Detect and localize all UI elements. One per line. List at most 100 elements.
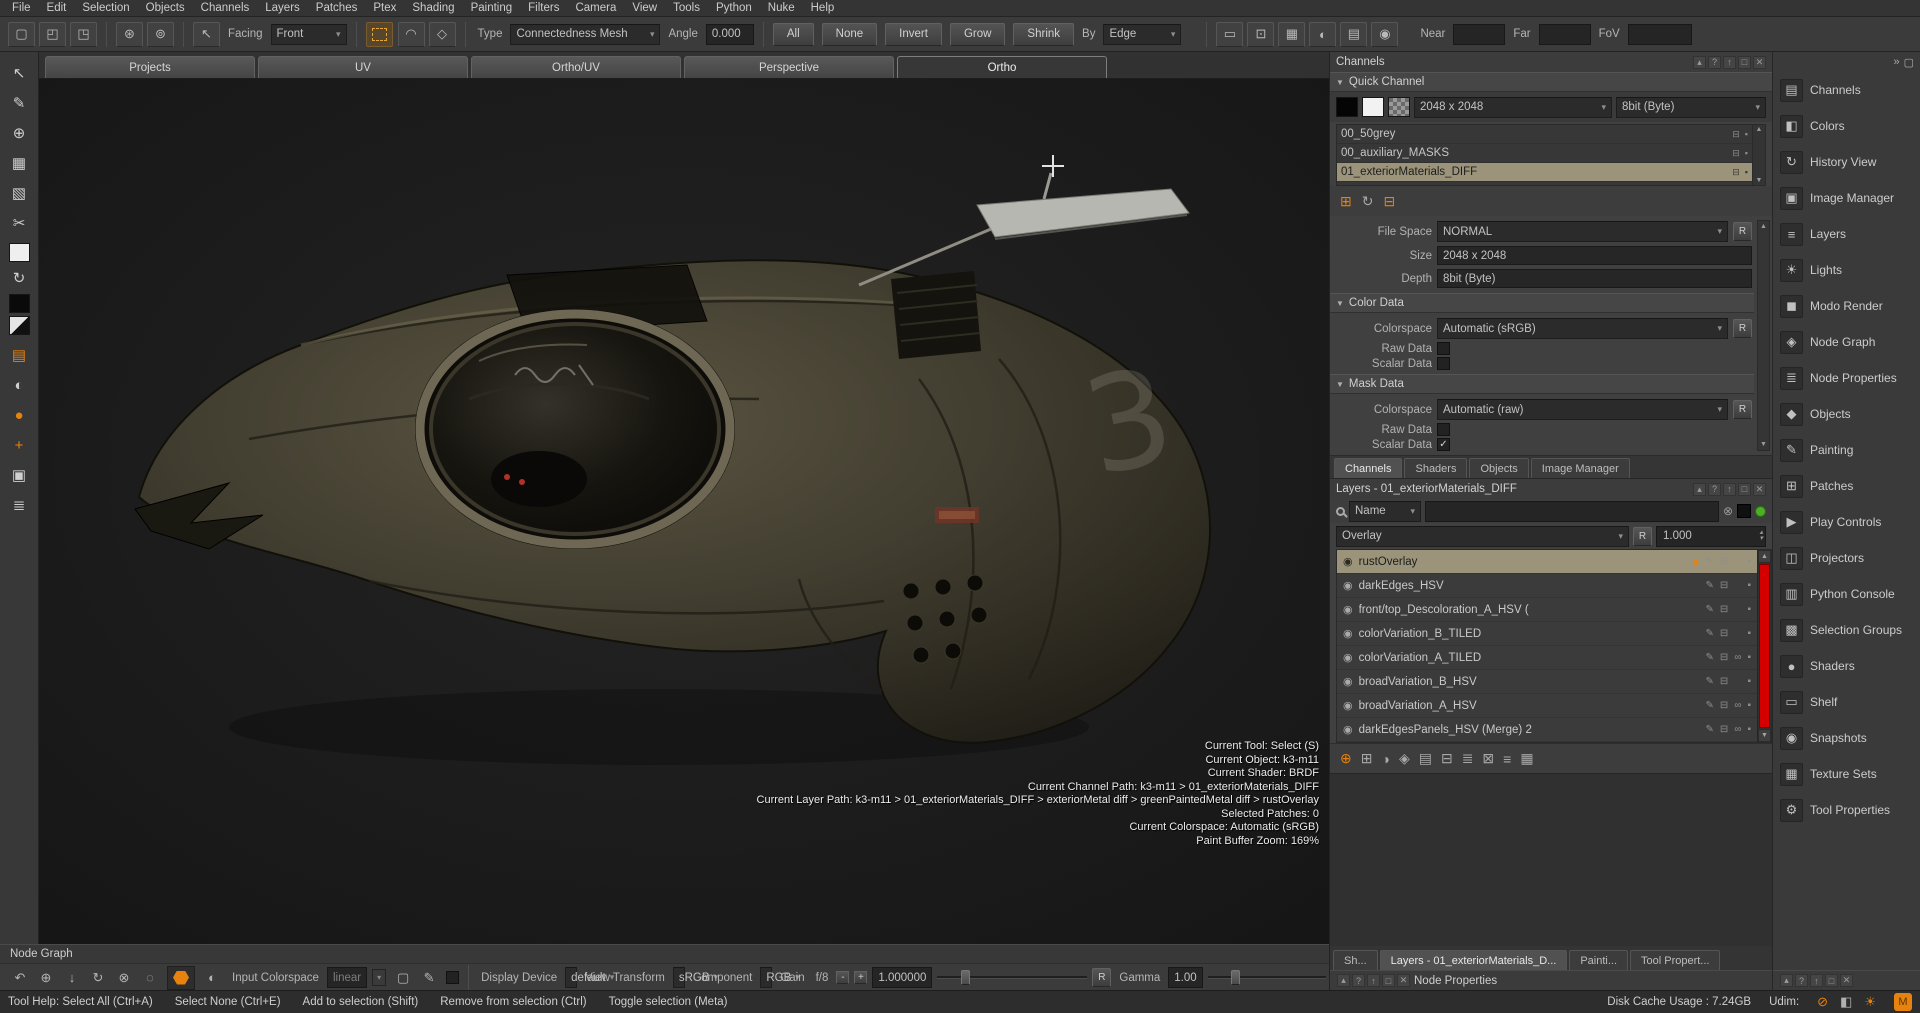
mesh-icon[interactable]: ▦ [1278, 22, 1305, 47]
layer-row[interactable]: ◉ broadVariation_B_HSV ● ✎ ⊟ ∞ ▪ [1337, 670, 1757, 694]
paint-target-icon[interactable]: ● [5, 402, 33, 428]
palette-colors[interactable]: ◧ Colors [1773, 108, 1920, 144]
bulb-icon[interactable]: ☀ [1864, 994, 1876, 1010]
select-tool-icon[interactable]: ↖ [5, 60, 33, 86]
shade-icon[interactable]: ▴ [1693, 483, 1706, 496]
black-color-swatch[interactable] [1336, 97, 1358, 117]
shader-ball-icon[interactable]: ◐ [5, 372, 33, 398]
far-field[interactable] [1539, 24, 1591, 45]
zoom-magnify-tool-icon[interactable]: ⊕ [5, 120, 33, 146]
clear-search-icon[interactable]: ⊗ [1723, 504, 1733, 518]
add-channel-icon[interactable]: ⊞ [1340, 193, 1352, 210]
pan-icon[interactable]: ⊕ [34, 967, 58, 989]
maximize-icon[interactable]: □ [1382, 974, 1395, 987]
mask-colorspace-reset-button[interactable]: R [1733, 400, 1752, 419]
panel-tab[interactable]: Objects [1469, 458, 1528, 478]
scroll-down-icon[interactable]: ▼ [1760, 439, 1767, 450]
channel-layer-icon[interactable]: ▤ [1419, 750, 1432, 767]
grid-view-icon[interactable]: ▦ [1520, 750, 1533, 767]
circle-select-icon[interactable]: ◌ [138, 967, 162, 989]
selection-button[interactable]: None [822, 23, 878, 46]
display-device-dropdown[interactable]: default ▾ [565, 967, 577, 988]
visibility-eye-icon[interactable]: ◉ [1343, 627, 1353, 640]
filter-status-icon[interactable] [1755, 506, 1766, 517]
palette-shaders[interactable]: ● Shaders [1773, 648, 1920, 684]
palette-projectors[interactable]: ◫ Projectors [1773, 540, 1920, 576]
slice-tool-icon[interactable]: ✂ [5, 210, 33, 236]
mari-badge-icon[interactable]: M [1894, 993, 1912, 1011]
blend-mode-dropdown[interactable]: Overlay ▾ [1336, 526, 1629, 547]
close-icon[interactable]: ✕ [1753, 483, 1766, 496]
select-cursor-icon[interactable]: ↖ [193, 22, 220, 47]
graph-layer-icon[interactable]: ◈ [1399, 750, 1410, 767]
node-add-icon[interactable]: ⊛ [116, 22, 143, 47]
lasso-select-icon[interactable]: ◠ [398, 22, 425, 47]
docked-panel-tab[interactable]: Painti... [1569, 950, 1628, 970]
help-icon[interactable]: ? [1708, 56, 1721, 69]
docked-panel-tab[interactable]: Sh... [1333, 950, 1378, 970]
paint-tool-icon[interactable]: ✎ [5, 90, 33, 116]
palette-channels[interactable]: ▤ Channels [1773, 72, 1920, 108]
color-data-header[interactable]: ▼ Color Data [1330, 293, 1754, 313]
float-icon[interactable]: ↑ [1810, 974, 1823, 987]
group-layer-icon[interactable]: ⊟ [1441, 750, 1453, 767]
color-colorspace-dropdown[interactable]: Automatic (sRGB) ▾ [1437, 318, 1728, 339]
export-icon[interactable]: ◳ [70, 22, 97, 47]
gain-plus-button[interactable]: + [854, 971, 867, 984]
shader-ball-icon[interactable]: ◐ [200, 967, 224, 989]
sphere-icon[interactable]: ◐ [1309, 22, 1336, 47]
mask-scalar-data-checkbox[interactable]: ✓ [1437, 438, 1450, 451]
menu-item[interactable]: Help [803, 2, 843, 14]
uv-grid-tool-icon[interactable]: ▦ [5, 150, 33, 176]
adjustment-layer-icon[interactable]: ◑ [1381, 751, 1389, 767]
color-colorspace-reset-button[interactable]: R [1733, 319, 1752, 338]
palette-python-console[interactable]: ▥ Python Console [1773, 576, 1920, 612]
gain-minus-button[interactable]: - [836, 971, 849, 984]
selection-button[interactable]: Invert [885, 23, 942, 46]
component-dropdown[interactable]: RGB ▾ [760, 967, 772, 988]
close-icon[interactable]: ✕ [1753, 56, 1766, 69]
palette-tool-properties[interactable]: ⚙ Tool Properties [1773, 792, 1920, 828]
palette-modo-render[interactable]: ◼ Modo Render [1773, 288, 1920, 324]
layer-row[interactable]: ◉ darkEdges_HSV ● ✎ ⊟ ∞ ▪ [1337, 574, 1757, 598]
viewport-tab[interactable]: Ortho/UV [471, 56, 681, 78]
back-icon[interactable]: ↶ [8, 967, 32, 989]
display-icon[interactable]: ⊡ [1247, 22, 1274, 47]
menu-item[interactable]: Patches [308, 2, 366, 14]
file-space-dropdown[interactable]: NORMAL ▾ [1437, 221, 1728, 242]
menu-item[interactable]: Ptex [365, 2, 404, 14]
by-dropdown[interactable]: Edge ▾ [1103, 24, 1181, 45]
note-icon[interactable]: ▢ [391, 967, 415, 989]
patch-mode-icon[interactable]: ▣ [5, 462, 33, 488]
menu-item[interactable]: Channels [193, 2, 258, 14]
menu-item[interactable]: Shading [404, 2, 462, 14]
annotate-icon[interactable]: ✎ [417, 967, 441, 989]
palette-texture-sets[interactable]: ▦ Texture Sets [1773, 756, 1920, 792]
scroll-up-icon[interactable]: ▲ [1760, 221, 1767, 232]
file-space-reset-button[interactable]: R [1733, 222, 1752, 241]
slider-thumb[interactable] [1231, 970, 1240, 985]
add-paint-layer-icon[interactable]: ⊕ [1340, 750, 1352, 767]
viewport-canvas[interactable]: 3 Current Tool: Select (S)Current Object… [39, 79, 1329, 944]
panel-tab[interactable]: Image Manager [1531, 458, 1630, 478]
layer-amount-field[interactable]: 1.000 ▴ ▾ [1656, 526, 1766, 547]
gain-value-field[interactable]: 1.000000 [872, 967, 932, 988]
panel-tab[interactable]: Channels [1334, 458, 1402, 478]
remove-channel-icon[interactable]: ⊟ [1383, 193, 1395, 210]
help-icon[interactable]: ? [1795, 974, 1808, 987]
new-project-icon[interactable]: ▢ [8, 22, 35, 47]
color-scalar-data-checkbox[interactable] [1437, 357, 1450, 370]
menu-item[interactable]: Filters [520, 2, 567, 14]
transparent-color-swatch[interactable] [1388, 97, 1410, 117]
close-icon[interactable]: ✕ [1397, 974, 1410, 987]
visibility-eye-icon[interactable]: ◉ [1343, 579, 1353, 592]
layer-row[interactable]: ◉ front/top_Descoloration_A_HSV ( ● ✎ ⊟ … [1337, 598, 1757, 622]
add-tool-icon[interactable]: + [5, 432, 33, 458]
gradient-swatch[interactable] [9, 316, 30, 335]
marquee-select-icon[interactable] [366, 22, 393, 47]
float-icon[interactable]: ↑ [1367, 974, 1380, 987]
viewport-tab[interactable]: Projects [45, 56, 255, 78]
menu-item[interactable]: Layers [257, 2, 308, 14]
merge-layers-icon[interactable]: ≣ [1462, 750, 1474, 767]
white-color-swatch[interactable] [1362, 97, 1384, 117]
